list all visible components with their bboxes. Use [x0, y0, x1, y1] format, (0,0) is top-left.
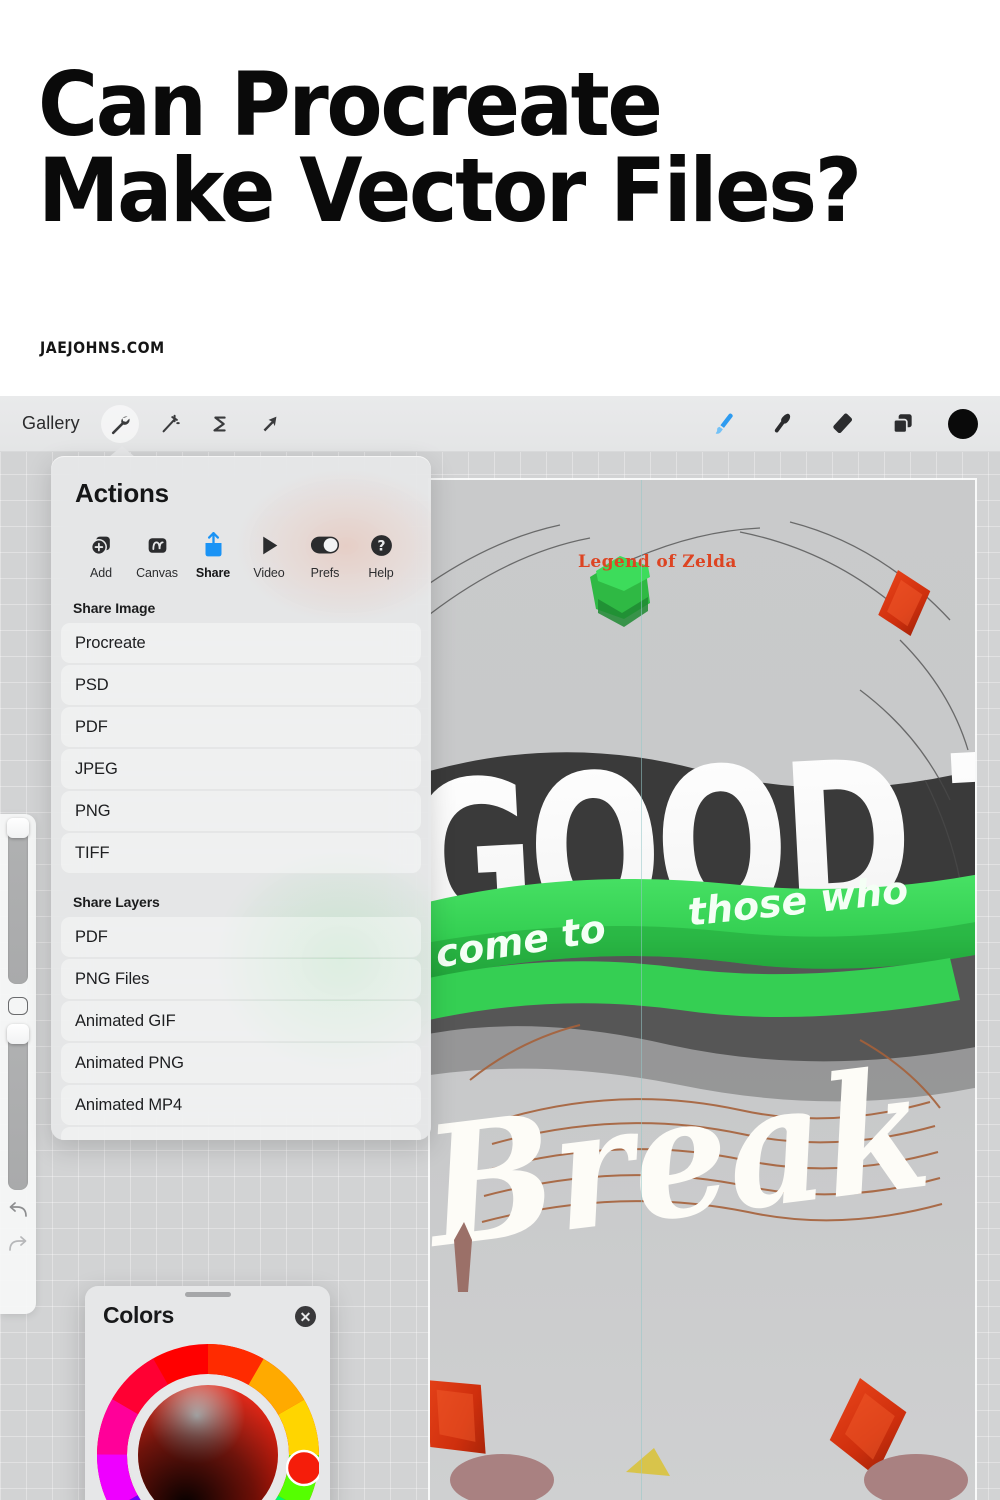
list-item[interactable]: Animated MP4	[61, 1085, 421, 1126]
list-item[interactable]: Animated PNG	[61, 1043, 421, 1084]
paintbrush-icon[interactable]	[708, 409, 738, 439]
pinterest-pin-screenshot: Can Procreate Make Vector Files? JAEJOHN…	[0, 0, 1000, 1500]
transform-arrow-icon	[255, 409, 285, 439]
brush-size-track[interactable]	[8, 822, 28, 984]
tab-prefs-label: Prefs	[310, 566, 340, 580]
artwork-script-word: Break	[430, 1032, 939, 1286]
brush-sidebar	[0, 814, 36, 1314]
toggle-switch-icon	[310, 531, 340, 559]
magic-wand-icon	[155, 409, 185, 439]
share-image-list: Procreate PSD PDF JPEG PNG TIFF	[51, 623, 431, 874]
toolbar-left-group: Gallery	[0, 404, 294, 443]
redo-button[interactable]	[5, 1232, 31, 1258]
gallery-button[interactable]: Gallery	[16, 408, 94, 439]
tab-help[interactable]: ? Help	[353, 531, 409, 580]
help-question-icon: ?	[369, 531, 394, 559]
eraser-icon[interactable]	[828, 409, 858, 439]
tab-share[interactable]: Share	[185, 531, 241, 580]
toolbar-right-group	[708, 408, 1000, 439]
selection-s-icon	[205, 409, 235, 439]
list-item[interactable]: TIFF	[61, 833, 421, 874]
add-icon	[89, 531, 114, 559]
wrench-icon	[105, 409, 135, 439]
list-item[interactable]: JPEG	[61, 749, 421, 790]
actions-tab-row: Add Canvas Share Video Prefs ? Help	[51, 517, 431, 580]
colors-panel-title: Colors	[103, 1302, 175, 1328]
tab-add-label: Add	[90, 566, 112, 580]
canvas-icon	[145, 531, 170, 559]
opacity-track[interactable]	[8, 1028, 28, 1190]
adjustments-button[interactable]	[151, 405, 189, 443]
artwork-subtitle: Legend of Zelda	[578, 552, 737, 572]
list-item[interactable]: PDF	[61, 707, 421, 748]
brush-size-knob[interactable]	[7, 818, 29, 838]
site-url: JAEJOHNS.COM	[40, 338, 165, 357]
actions-panel-title: Actions	[75, 478, 169, 508]
share-image-heading: Share Image	[73, 600, 156, 616]
opacity-knob[interactable]	[7, 1024, 29, 1044]
list-item[interactable]: Animated HEVC	[61, 1127, 421, 1140]
undo-button[interactable]	[5, 1198, 31, 1224]
color-swatch-button[interactable]	[948, 408, 978, 439]
color-wheel[interactable]	[97, 1344, 323, 1500]
smudge-icon[interactable]	[768, 409, 798, 439]
tab-canvas-label: Canvas	[136, 566, 178, 580]
selection-button[interactable]	[201, 405, 239, 443]
layers-icon[interactable]	[888, 409, 918, 439]
tab-share-label: Share	[195, 566, 231, 580]
artwork-canvas[interactable]: GOOD THINGS come to those who Break Lege…	[430, 480, 975, 1500]
modify-button[interactable]	[8, 997, 28, 1015]
tab-help-label: Help	[368, 566, 394, 580]
share-layers-heading: Share Layers	[73, 894, 160, 910]
tab-video-label: Video	[253, 566, 285, 580]
svg-text:?: ?	[377, 538, 385, 554]
list-item[interactable]: PSD	[61, 665, 421, 706]
tab-prefs[interactable]: Prefs	[297, 531, 353, 580]
brush-size-slider[interactable]	[7, 818, 29, 984]
opacity-slider[interactable]	[7, 1024, 29, 1190]
tab-video[interactable]: Video	[241, 531, 297, 580]
procreate-app-screenshot: GOOD THINGS come to those who Break Lege…	[0, 396, 1000, 1500]
list-item[interactable]: Procreate	[61, 623, 421, 664]
pin-banner: Can Procreate Make Vector Files? JAEJOHN…	[0, 0, 1000, 396]
list-item[interactable]: PNG	[61, 791, 421, 832]
actions-wrench-button[interactable]	[100, 404, 139, 443]
panel-drag-handle[interactable]	[184, 1292, 231, 1297]
colors-panel: Colors ✕	[85, 1286, 330, 1500]
share-layers-list: PDF PNG Files Animated GIF Animated PNG …	[51, 917, 431, 1140]
video-play-icon	[257, 531, 282, 559]
actions-panel: Actions Add Canvas Share Video Prefs ? H…	[51, 456, 431, 1140]
tab-canvas[interactable]: Canvas	[129, 531, 185, 580]
tab-add[interactable]: Add	[73, 531, 129, 580]
list-item[interactable]: PDF	[61, 917, 421, 958]
close-icon[interactable]: ✕	[295, 1306, 316, 1327]
list-item[interactable]: Animated GIF	[61, 1001, 421, 1042]
transform-button[interactable]	[251, 405, 289, 443]
top-toolbar: Gallery	[0, 396, 1000, 452]
artwork-content: GOOD THINGS come to those who Break Lege…	[430, 480, 975, 1500]
page-title: Can Procreate Make Vector Files?	[38, 53, 862, 243]
list-item[interactable]: PNG Files	[61, 959, 421, 1000]
share-icon	[201, 531, 226, 559]
canvas-guide-line	[641, 480, 642, 1500]
